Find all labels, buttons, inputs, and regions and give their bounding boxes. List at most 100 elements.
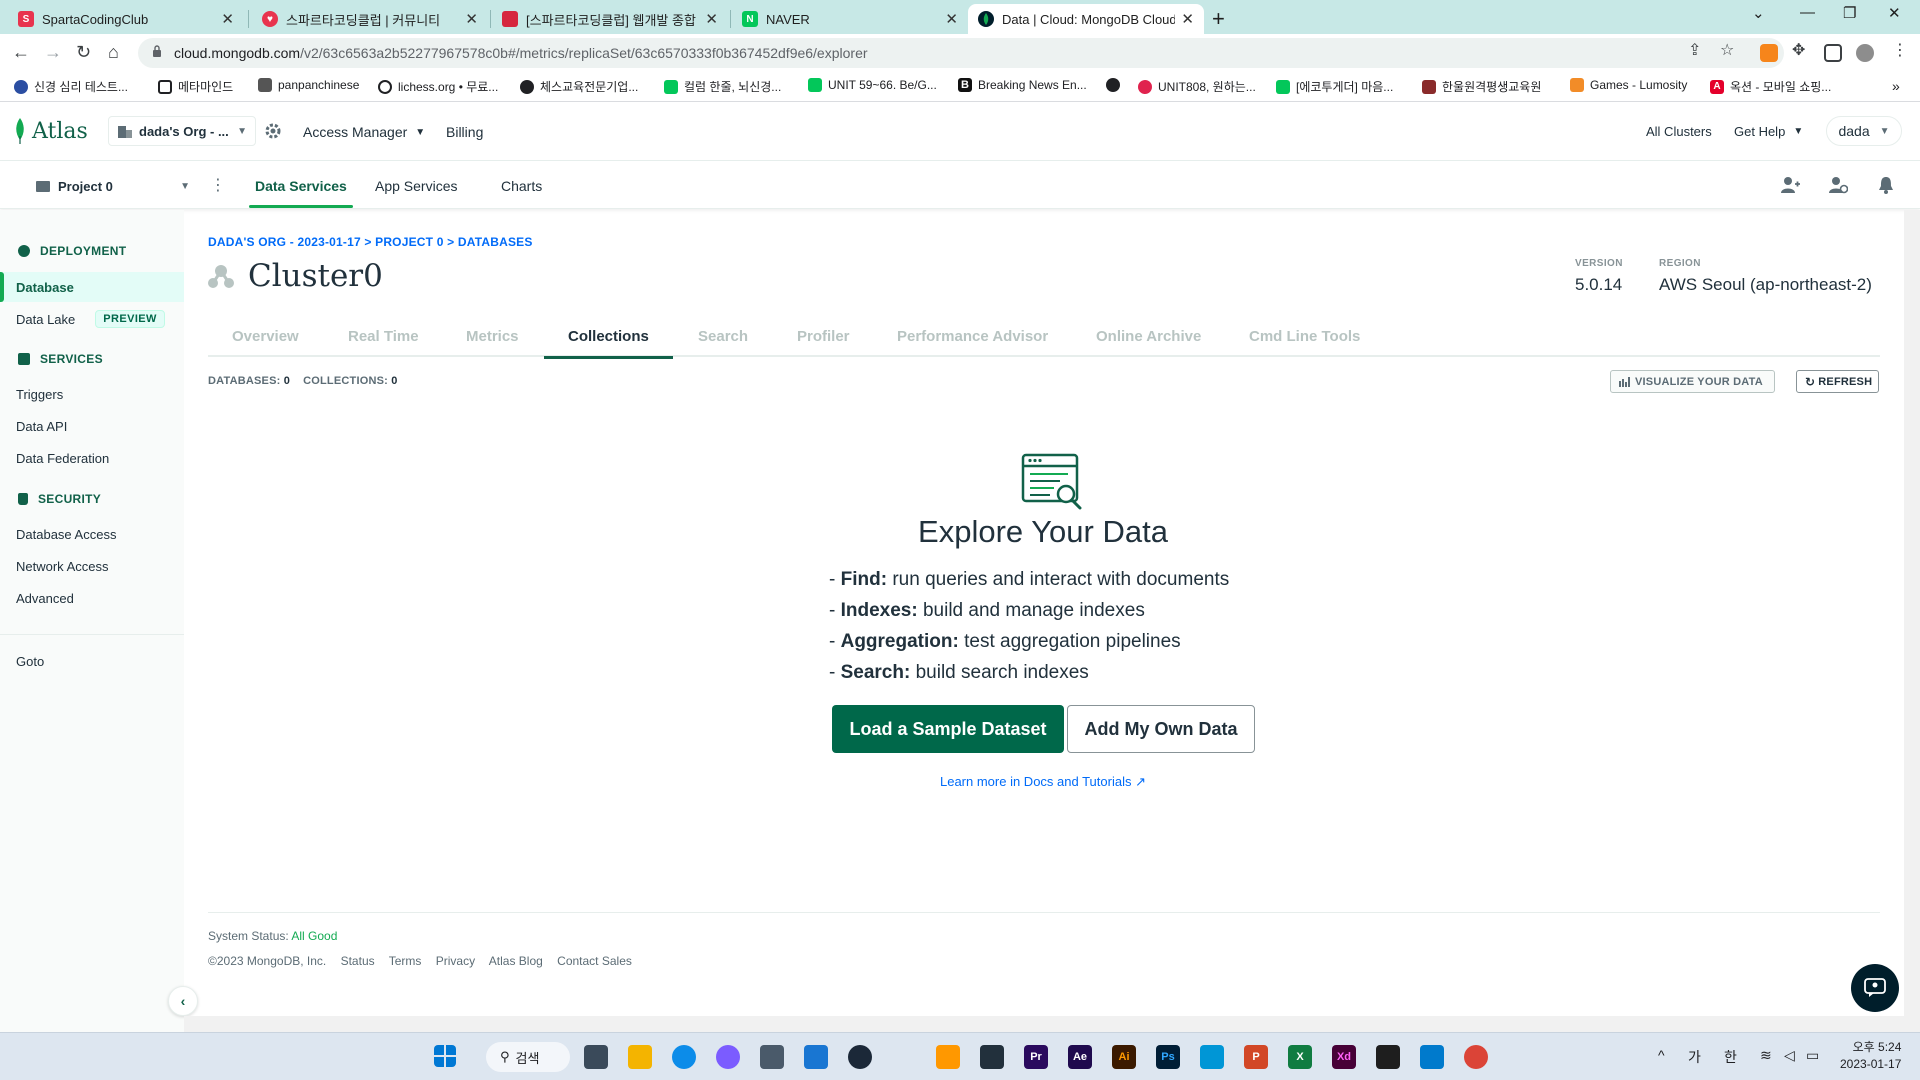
bookmark[interactable]: Games - Lumosity bbox=[1570, 78, 1687, 92]
metamask-extension-icon[interactable] bbox=[1760, 44, 1778, 62]
premiere-pro-icon[interactable]: Pr bbox=[1024, 1045, 1048, 1069]
bookmark[interactable]: UNIT 59~66. Be/G... bbox=[808, 78, 937, 92]
browser-tab[interactable]: S SpartaCodingClub ✕ bbox=[8, 4, 244, 34]
footer-link-contact-sales[interactable]: Contact Sales bbox=[557, 954, 632, 968]
organization-selector[interactable]: dada's Org - ... ▼ bbox=[108, 116, 256, 146]
tab-online-archive[interactable]: Online Archive bbox=[1096, 328, 1201, 345]
powerpoint-icon[interactable]: P bbox=[1244, 1045, 1268, 1069]
atlas-logo[interactable]: Atlas bbox=[14, 118, 88, 144]
invite-user-icon[interactable] bbox=[1780, 175, 1800, 195]
close-tab-icon[interactable]: ✕ bbox=[705, 10, 718, 28]
task-view-icon[interactable] bbox=[584, 1045, 608, 1069]
wifi-icon[interactable]: ≋ bbox=[1760, 1047, 1772, 1064]
extensions-puzzle-icon[interactable]: ✥ bbox=[1792, 40, 1805, 60]
project-activity-icon[interactable] bbox=[1828, 175, 1848, 195]
collapse-sidebar-chevron-icon[interactable]: ‹ bbox=[168, 986, 198, 1016]
status-value-link[interactable]: All Good bbox=[291, 929, 337, 943]
address-bar[interactable]: cloud.mongodb.com/v2/63c6563a2b522779675… bbox=[138, 38, 1784, 68]
bookmark[interactable]: UNIT808, 원하는... bbox=[1138, 78, 1256, 95]
notepad-icon[interactable] bbox=[804, 1045, 828, 1069]
bookmark[interactable]: B Breaking News En... bbox=[958, 78, 1087, 92]
tab-collections[interactable]: Collections bbox=[544, 328, 673, 359]
add-my-own-data-button[interactable]: Add My Own Data bbox=[1067, 705, 1255, 753]
browser-tab[interactable]: [스파르타코딩클럽] 웹개발 종합 ✕ bbox=[492, 4, 728, 34]
bookmark-star-icon[interactable]: ☆ bbox=[1720, 40, 1734, 60]
system-clock[interactable]: 오후 5:24 2023-01-17 bbox=[1840, 1039, 1901, 1073]
steam-icon[interactable] bbox=[848, 1045, 872, 1069]
battery-icon[interactable]: ▭ bbox=[1806, 1047, 1819, 1064]
horizontal-scrollbar[interactable] bbox=[184, 1016, 1904, 1032]
tab-data-services[interactable]: Data Services bbox=[249, 178, 353, 208]
user-menu[interactable]: dada ▼ bbox=[1826, 116, 1902, 146]
tab-real-time[interactable]: Real Time bbox=[348, 328, 419, 345]
tab-app-services[interactable]: App Services bbox=[375, 178, 457, 194]
org-settings-gear-icon[interactable] bbox=[264, 122, 282, 140]
load-sample-dataset-button[interactable]: Load a Sample Dataset bbox=[832, 705, 1064, 753]
new-tab-plus-icon[interactable]: + bbox=[1212, 6, 1225, 32]
side-panel-icon[interactable] bbox=[1824, 44, 1842, 62]
tab-metrics[interactable]: Metrics bbox=[466, 328, 519, 345]
tab-charts[interactable]: Charts bbox=[501, 178, 542, 194]
bookmark[interactable] bbox=[1106, 78, 1126, 92]
tab-cmd-line-tools[interactable]: Cmd Line Tools bbox=[1249, 328, 1360, 345]
reload-icon[interactable]: ↻ bbox=[76, 42, 91, 63]
close-tab-icon[interactable]: ✕ bbox=[945, 10, 958, 28]
tab-search-chevron-icon[interactable]: ⌄ bbox=[1752, 4, 1765, 22]
vertical-scrollbar[interactable] bbox=[1904, 210, 1920, 1032]
restore-window-icon[interactable]: ❐ bbox=[1843, 4, 1856, 22]
home-icon[interactable]: ⌂ bbox=[108, 42, 119, 63]
footer-link-status[interactable]: Status bbox=[341, 954, 375, 968]
paint-drop-icon[interactable] bbox=[716, 1045, 740, 1069]
file-explorer-icon[interactable] bbox=[628, 1045, 652, 1069]
sidebar-item-triggers[interactable]: Triggers bbox=[0, 379, 184, 409]
docs-tutorials-link[interactable]: Learn more in Docs and Tutorials ↗ bbox=[0, 774, 1920, 790]
after-effects-icon[interactable]: Ae bbox=[1068, 1045, 1092, 1069]
all-clusters-link[interactable]: All Clusters bbox=[1646, 124, 1712, 139]
browser-tab-active[interactable]: Data | Cloud: MongoDB Cloud ✕ bbox=[968, 4, 1204, 34]
refresh-button[interactable]: ↻ REFRESH bbox=[1796, 370, 1879, 393]
sidebar-item-goto[interactable]: Goto bbox=[0, 646, 184, 676]
chrome-icon[interactable] bbox=[1464, 1045, 1488, 1069]
footer-link-atlas-blog[interactable]: Atlas Blog bbox=[489, 954, 543, 968]
close-window-icon[interactable]: ✕ bbox=[1888, 4, 1901, 22]
tray-overflow-chevron-icon[interactable]: ^ bbox=[1658, 1047, 1665, 1063]
sidebar-item-data-federation[interactable]: Data Federation bbox=[0, 443, 184, 473]
terminal-app-icon[interactable] bbox=[980, 1045, 1004, 1069]
more-bookmarks-chevron-icon[interactable]: » bbox=[1892, 78, 1900, 94]
access-manager-menu[interactable]: Access Manager ▼ bbox=[303, 124, 425, 140]
volume-icon[interactable]: ◁ bbox=[1784, 1047, 1795, 1064]
browser-tab[interactable]: N NAVER ✕ bbox=[732, 4, 968, 34]
app-icon[interactable] bbox=[1200, 1045, 1224, 1069]
close-tab-icon[interactable]: ✕ bbox=[465, 10, 478, 28]
ime-hangul-indicator[interactable]: 가 bbox=[1688, 1047, 1701, 1067]
close-tab-icon[interactable]: ✕ bbox=[1181, 10, 1194, 28]
edge-browser-icon[interactable] bbox=[672, 1045, 696, 1069]
back-arrow-icon[interactable]: ← bbox=[12, 42, 30, 63]
vscode-icon[interactable] bbox=[1420, 1045, 1444, 1069]
windows-start-icon[interactable] bbox=[434, 1045, 456, 1067]
adobe-xd-icon[interactable]: Xd bbox=[1332, 1045, 1356, 1069]
bookmark[interactable]: 체스교육전문기업... bbox=[520, 78, 638, 95]
billing-link[interactable]: Billing bbox=[446, 124, 483, 140]
forward-arrow-icon[interactable]: → bbox=[44, 42, 62, 63]
bookmark[interactable]: 메타마인드 bbox=[158, 78, 233, 95]
bookmark[interactable]: panpanchinese bbox=[258, 78, 359, 92]
bookmark[interactable]: 신경 심리 테스트... bbox=[14, 78, 128, 95]
sidebar-item-network-access[interactable]: Network Access bbox=[0, 551, 184, 581]
visualize-your-data-button[interactable]: VISUALIZE YOUR DATA bbox=[1610, 370, 1775, 393]
tab-overview[interactable]: Overview bbox=[232, 328, 299, 345]
tab-profiler[interactable]: Profiler bbox=[797, 328, 850, 345]
get-help-menu[interactable]: Get Help ▼ bbox=[1734, 124, 1803, 139]
bookmark[interactable]: A 옥션 - 모바일 쇼핑... bbox=[1710, 78, 1831, 95]
footer-link-privacy[interactable]: Privacy bbox=[436, 954, 475, 968]
close-tab-icon[interactable]: ✕ bbox=[221, 10, 234, 28]
calculator-icon[interactable] bbox=[760, 1045, 784, 1069]
illustrator-icon[interactable]: Ai bbox=[1112, 1045, 1136, 1069]
notifications-bell-icon[interactable] bbox=[1876, 175, 1896, 195]
project-actions-kebab-icon[interactable]: ⋮ bbox=[210, 175, 226, 195]
footer-link-terms[interactable]: Terms bbox=[389, 954, 422, 968]
minimize-window-icon[interactable]: — bbox=[1800, 4, 1815, 21]
photoshop-icon[interactable]: Ps bbox=[1156, 1045, 1180, 1069]
figma-icon[interactable] bbox=[1376, 1045, 1400, 1069]
profile-avatar-icon[interactable] bbox=[1856, 44, 1874, 62]
